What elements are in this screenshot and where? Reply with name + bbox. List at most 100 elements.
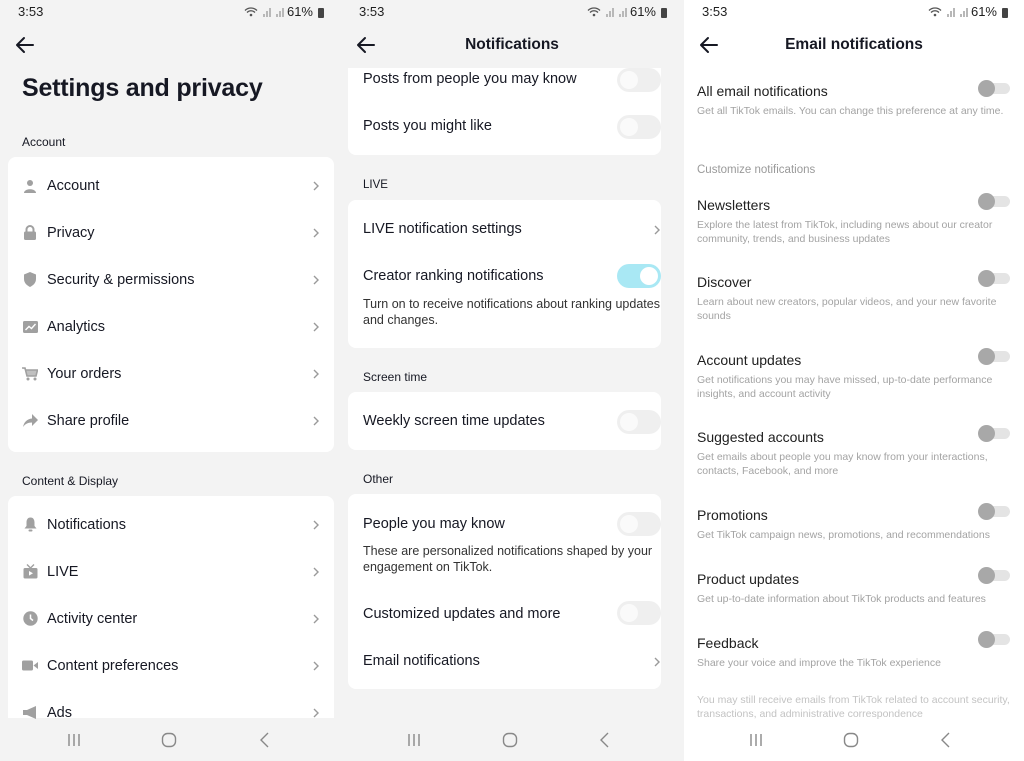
recent-apps-icon[interactable] — [404, 731, 424, 749]
signal-icon — [275, 7, 284, 17]
status-time: 3:53 — [359, 4, 385, 19]
settings-privacy-screen: 3:53 61% Settings and privacy Account Ac… — [0, 0, 340, 761]
settings-item-label: Account — [47, 177, 100, 194]
email-item-account-updates-description: Get notifications you may have missed, u… — [697, 374, 993, 400]
customized-updates-toggle[interactable] — [617, 601, 661, 625]
signal-icon — [262, 7, 271, 17]
email-item-feedback-toggle[interactable] — [978, 631, 1010, 648]
settings-item-label: Analytics — [47, 318, 106, 335]
email-item-account-updates-toggle[interactable] — [978, 348, 1010, 365]
battery-percent: 61% — [629, 4, 656, 19]
system-nav-bar — [341, 719, 683, 761]
email-item-feedback-label: Feedback — [697, 635, 759, 651]
signal-icon — [618, 7, 627, 17]
settings-item-label: LIVE — [47, 563, 79, 580]
person-icon — [22, 178, 38, 194]
page-title: Email notifications — [785, 36, 923, 53]
settings-item-share-profile[interactable]: Share profile — [8, 397, 334, 444]
email-footer-note: You may still receive emails from TikTok… — [697, 694, 1010, 720]
chevron-right-icon — [313, 275, 319, 284]
email-item-product-updates-description: Get up-to-date information about TikTok … — [697, 593, 986, 605]
analytics-icon — [22, 319, 38, 335]
system-nav-bar — [684, 719, 1024, 761]
email-item-feedback-description: Share your voice and improve the TikTok … — [697, 657, 941, 669]
home-icon[interactable] — [500, 731, 520, 749]
settings-item-label: Content preferences — [47, 657, 179, 674]
chevron-right-icon — [313, 181, 319, 190]
status-bar: 3:53 61% — [684, 0, 1024, 24]
posts-people-may-know-toggle[interactable] — [617, 68, 661, 92]
video-camera-icon — [22, 658, 38, 674]
email-notifications-link[interactable]: Email notifications — [363, 653, 661, 669]
people-may-know-toggle[interactable] — [617, 512, 661, 536]
home-icon[interactable] — [841, 731, 861, 749]
battery-percent: 61% — [286, 4, 313, 19]
settings-item-live[interactable]: LIVE — [8, 548, 334, 595]
clock-icon — [22, 611, 38, 627]
settings-item-activity-center[interactable]: Activity center — [8, 595, 334, 642]
email-item-product-updates-toggle[interactable] — [978, 567, 1010, 584]
settings-item-analytics[interactable]: Analytics — [8, 303, 334, 350]
system-nav-bar — [0, 719, 340, 761]
section-label-screen-time: Screen time — [363, 370, 428, 384]
chevron-right-icon — [313, 661, 319, 670]
page-title: Settings and privacy — [22, 74, 263, 102]
settings-item-your-orders[interactable]: Your orders — [8, 350, 334, 397]
account-section-card: Account Privacy Security & permissions A… — [8, 157, 334, 452]
back-arrow-icon[interactable] — [14, 34, 36, 56]
email-item-suggested-accounts-toggle[interactable] — [978, 425, 1010, 442]
back-nav-icon[interactable] — [596, 731, 616, 749]
back-nav-icon[interactable] — [937, 731, 957, 749]
chevron-right-icon — [313, 520, 319, 529]
wifi-icon — [928, 6, 942, 16]
chevron-right-icon — [654, 225, 660, 235]
wifi-icon — [587, 6, 601, 16]
section-label-content-display: Content & Display — [22, 474, 119, 488]
email-item-discover-label: Discover — [697, 274, 752, 290]
chevron-right-icon — [313, 567, 319, 576]
settings-item-content-preferences[interactable]: Content preferences — [8, 642, 334, 689]
settings-item-security[interactable]: Security & permissions — [8, 256, 334, 303]
chevron-right-icon — [654, 657, 660, 667]
live-notification-settings-link[interactable]: LIVE notification settings — [363, 221, 661, 237]
settings-item-label: Privacy — [47, 224, 95, 241]
page-title: Notifications — [465, 36, 559, 53]
email-item-suggested-accounts-description: Get emails about people you may know fro… — [697, 451, 988, 477]
posts-might-like-toggle[interactable] — [617, 115, 661, 139]
weekly-screen-time-toggle[interactable] — [617, 410, 661, 434]
email-item-discover-toggle[interactable] — [978, 270, 1010, 287]
settings-item-privacy[interactable]: Privacy — [8, 209, 334, 256]
cart-icon — [22, 366, 38, 382]
recent-apps-icon[interactable] — [64, 731, 84, 749]
settings-item-account[interactable]: Account — [8, 162, 334, 209]
bell-icon — [22, 517, 38, 533]
section-label-live: LIVE — [363, 179, 388, 191]
email-item-promotions-description: Get TikTok campaign news, promotions, an… — [697, 529, 990, 541]
all-email-notifications-toggle[interactable] — [978, 80, 1010, 97]
content-display-section-card: Notifications LIVE Activity center Conte… — [8, 496, 334, 721]
status-bar: 3:53 61% — [341, 0, 683, 24]
email-item-promotions-toggle[interactable] — [978, 503, 1010, 520]
settings-item-notifications[interactable]: Notifications — [8, 501, 334, 548]
settings-item-label: Your orders — [47, 365, 122, 382]
settings-item-label: Share profile — [47, 412, 130, 429]
back-nav-icon[interactable] — [256, 731, 276, 749]
chevron-right-icon — [313, 228, 319, 237]
email-item-promotions-label: Promotions — [697, 507, 768, 523]
chevron-right-icon — [313, 708, 319, 717]
email-item-discover-description: Learn about new creators, popular videos… — [697, 296, 997, 322]
home-icon[interactable] — [159, 731, 179, 749]
all-email-notifications-label: All email notifications — [697, 83, 828, 99]
section-label-other: Other — [363, 472, 394, 486]
chevron-right-icon — [313, 416, 319, 425]
signal-icon — [605, 7, 614, 17]
creator-ranking-toggle[interactable] — [617, 264, 661, 288]
signal-icon — [946, 7, 955, 17]
settings-item-label: Activity center — [47, 610, 138, 627]
recent-apps-icon[interactable] — [746, 731, 766, 749]
wifi-icon — [244, 6, 258, 16]
email-item-newsletters-toggle[interactable] — [978, 193, 1010, 210]
all-email-notifications-description: Get all TikTok emails. You can change th… — [697, 105, 1004, 117]
status-time: 3:53 — [702, 4, 728, 19]
settings-item-label: Notifications — [47, 516, 126, 533]
